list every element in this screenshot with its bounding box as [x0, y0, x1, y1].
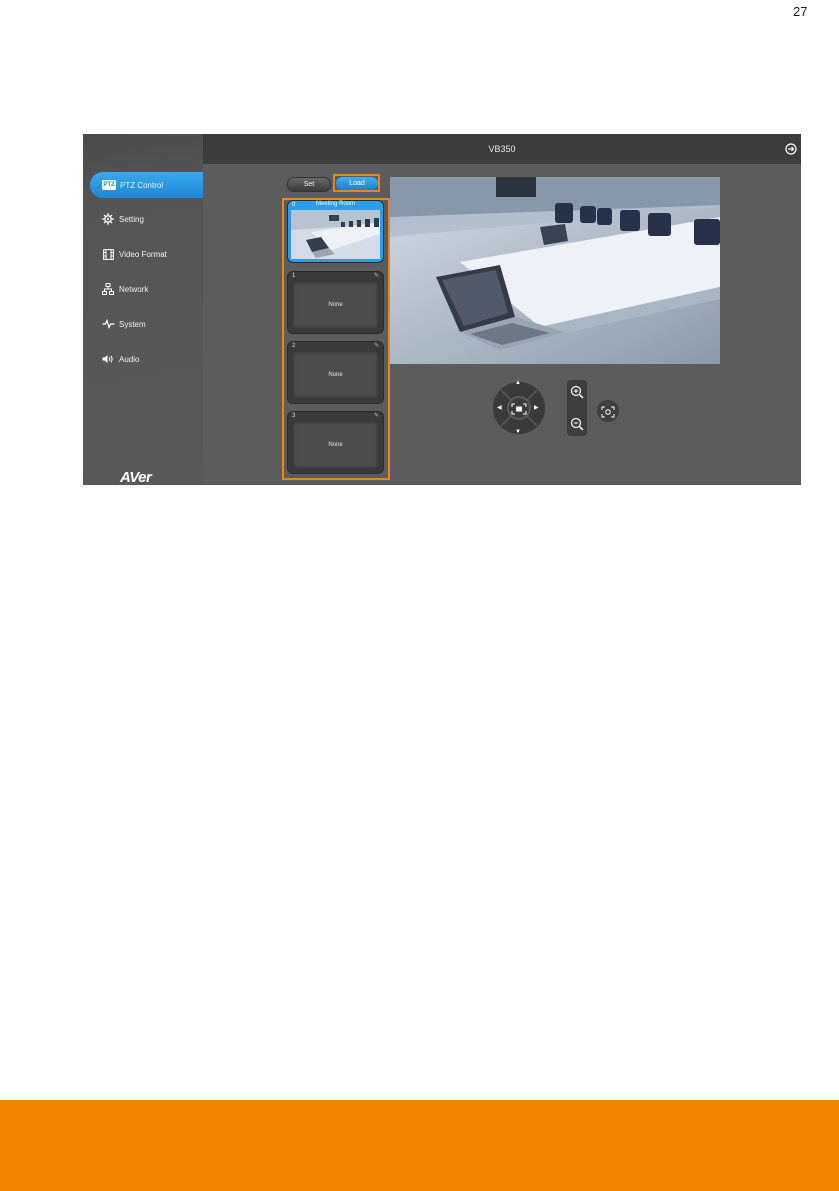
sidebar-item-label: PTZ Control [120, 180, 164, 190]
load-button[interactable]: Load [336, 177, 378, 190]
sidebar-item-label: Video Format [119, 249, 167, 259]
preset-thumbnail [291, 210, 380, 259]
film-icon [97, 248, 119, 260]
edit-icon[interactable]: ✎ [374, 412, 379, 419]
sidebar-item-audio[interactable]: Audio [83, 346, 201, 372]
home-position-icon[interactable] [511, 402, 527, 420]
set-button[interactable]: Set [287, 177, 331, 192]
pan-right-icon[interactable]: ▶ [534, 404, 539, 411]
aver-logo: AVer [120, 469, 152, 485]
preset-number: 3 [292, 413, 296, 419]
preset-header: 0 Meeting Room [288, 201, 383, 210]
footer-bar [0, 1100, 839, 1191]
device-title: VB350 [488, 144, 516, 154]
logout-icon[interactable] [785, 143, 797, 157]
sidebar-item-label: System [119, 319, 146, 329]
speaker-icon [97, 354, 119, 364]
sidebar-item-system[interactable]: System [83, 311, 201, 337]
sidebar-item-setting[interactable]: Setting [83, 206, 201, 232]
preset-name: None [292, 351, 379, 399]
edit-icon[interactable]: ✎ [374, 342, 379, 349]
sidebar: PTZ PTZ Control Setting Video Format Net… [83, 134, 203, 485]
zoom-in-icon[interactable] [570, 385, 584, 399]
camera-web-app: PTZ PTZ Control Setting Video Format Net… [83, 134, 801, 485]
network-icon [97, 283, 119, 295]
sidebar-item-network[interactable]: Network [83, 276, 201, 302]
preset-number: 0 [292, 202, 296, 208]
page-number: 27 [793, 4, 808, 19]
preset-card-1[interactable]: 1 ✎ None [288, 272, 383, 333]
sidebar-item-video-format[interactable]: Video Format [83, 241, 201, 267]
preset-number: 1 [292, 273, 296, 279]
focus-button[interactable] [597, 400, 619, 422]
sidebar-item-label: Setting [119, 214, 144, 224]
preset-number: 2 [292, 343, 296, 349]
preset-thumbnail-image [291, 210, 380, 259]
top-bar: VB350 [203, 134, 801, 164]
preset-card-0[interactable]: 0 Meeting Room [288, 201, 383, 262]
pulse-icon [97, 319, 119, 329]
pan-left-icon[interactable]: ◀ [497, 404, 502, 411]
preset-name: Meeting Room [315, 201, 356, 207]
zoom-control [567, 380, 587, 436]
sidebar-item-label: Network [119, 284, 149, 294]
preset-card-2[interactable]: 2 ✎ None [288, 342, 383, 403]
preset-header: 1 ✎ [288, 272, 383, 281]
sidebar-item-ptz-control[interactable]: PTZ PTZ Control [90, 172, 203, 198]
focus-icon [601, 405, 615, 423]
preset-header: 2 ✎ [288, 342, 383, 351]
gear-icon [97, 213, 119, 225]
edit-icon[interactable]: ✎ [374, 272, 379, 279]
preset-card-3[interactable]: 3 ✎ None [288, 412, 383, 473]
ptz-joystick: ▲ ▼ ◀ ▶ [493, 376, 545, 440]
preset-header: 3 ✎ [288, 412, 383, 421]
pan-down-icon[interactable]: ▼ [515, 429, 521, 435]
meeting-room-image [390, 177, 720, 364]
ptz-icon: PTZ [102, 180, 116, 190]
camera-preview [390, 177, 720, 364]
preset-name: None [292, 421, 379, 469]
preset-name: None [292, 281, 379, 329]
sidebar-item-label: Audio [119, 354, 140, 364]
zoom-out-icon[interactable] [570, 417, 584, 431]
pan-up-icon[interactable]: ▲ [515, 380, 521, 386]
